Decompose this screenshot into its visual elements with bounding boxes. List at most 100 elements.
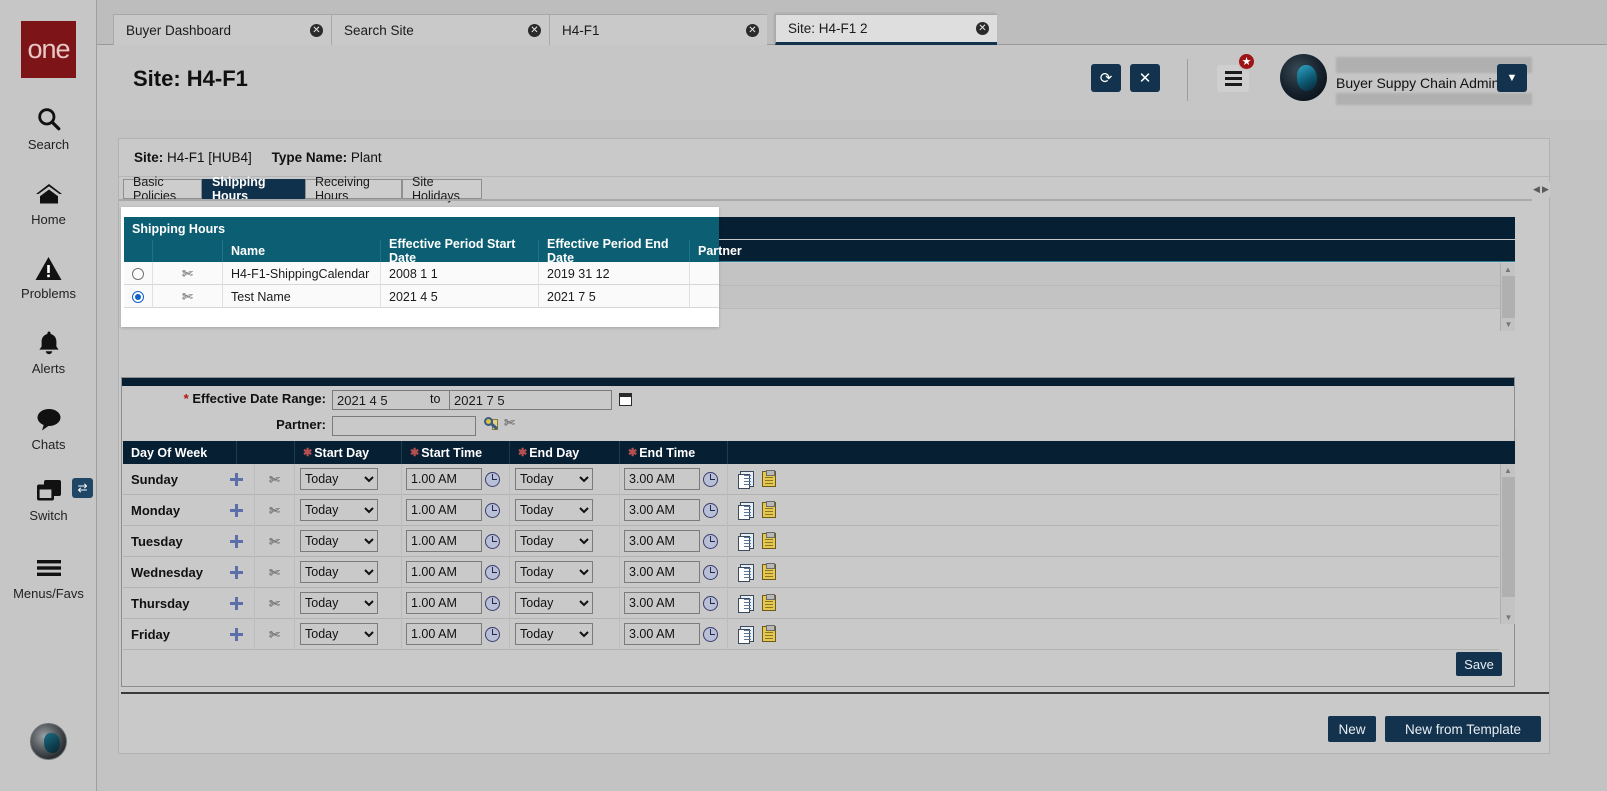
end-time-input[interactable] xyxy=(624,561,700,583)
copy-icon[interactable] xyxy=(740,564,754,580)
row-select-radio[interactable] xyxy=(132,291,144,303)
clock-icon[interactable] xyxy=(703,503,718,518)
add-plus-icon[interactable] xyxy=(230,566,243,579)
new-button[interactable]: New xyxy=(1328,716,1376,742)
start-time-input[interactable] xyxy=(406,561,482,583)
tab-shipping-hours[interactable]: Shipping Hours xyxy=(202,179,305,199)
start-day-select[interactable]: Today xyxy=(300,530,378,552)
sidebar-item-home[interactable]: Home xyxy=(0,177,97,227)
start-time-input[interactable] xyxy=(406,468,482,490)
end-time-input[interactable] xyxy=(624,530,700,552)
browser-tab-search-site[interactable]: Search Site ✕ xyxy=(331,14,549,45)
browser-tab-site-h4-f1-2[interactable]: Site: H4-F1 2 ✕ xyxy=(775,14,997,45)
calendar-icon[interactable] xyxy=(619,393,632,406)
start-time-input[interactable] xyxy=(406,623,482,645)
clock-icon[interactable] xyxy=(703,596,718,611)
scroll-down-icon[interactable]: ▼ xyxy=(1501,318,1516,331)
paste-icon[interactable] xyxy=(762,502,776,518)
copy-icon[interactable] xyxy=(740,595,754,611)
clock-icon[interactable] xyxy=(485,627,500,642)
row-select-radio[interactable] xyxy=(132,268,144,280)
tab-scroll-left-button[interactable]: ◀ xyxy=(1532,182,1541,197)
tab-site-holidays[interactable]: Site Holidays xyxy=(402,179,482,199)
clock-icon[interactable] xyxy=(485,534,500,549)
clock-icon[interactable] xyxy=(703,627,718,642)
close-icon[interactable]: ✕ xyxy=(528,24,541,37)
table-row[interactable]: ✄ H4-F1-ShippingCalendar 2008 1 1 2019 3… xyxy=(124,262,719,285)
close-icon[interactable]: ✕ xyxy=(976,22,989,35)
partner-input[interactable] xyxy=(332,416,476,436)
add-plus-icon[interactable] xyxy=(230,597,243,610)
end-day-select[interactable]: Today xyxy=(515,623,593,645)
refresh-button[interactable]: ⟳ xyxy=(1091,64,1121,92)
save-button[interactable]: Save xyxy=(1456,652,1502,676)
clock-icon[interactable] xyxy=(485,565,500,580)
tab-receiving-hours[interactable]: Receiving Hours xyxy=(305,179,402,199)
paste-icon[interactable] xyxy=(762,564,776,580)
paste-icon[interactable] xyxy=(762,533,776,549)
start-day-select[interactable]: Today xyxy=(300,499,378,521)
start-day-select[interactable]: Today xyxy=(300,468,378,490)
scroll-down-icon[interactable]: ▼ xyxy=(1501,611,1516,624)
clock-icon[interactable] xyxy=(703,472,718,487)
add-plus-icon[interactable] xyxy=(230,535,243,548)
delete-x-icon[interactable]: ✄ xyxy=(269,504,280,517)
delete-x-icon[interactable]: ✄ xyxy=(269,535,280,548)
paste-icon[interactable] xyxy=(762,595,776,611)
copy-icon[interactable] xyxy=(740,471,754,487)
delete-x-icon[interactable]: ✄ xyxy=(269,566,280,579)
end-time-input[interactable] xyxy=(624,623,700,645)
delete-x-icon[interactable]: ✄ xyxy=(182,267,193,280)
sidebar-item-problems[interactable]: Problems xyxy=(0,251,97,301)
copy-icon[interactable] xyxy=(740,502,754,518)
start-time-input[interactable] xyxy=(406,592,482,614)
delete-x-icon[interactable]: ✄ xyxy=(269,628,280,641)
date-to-input[interactable] xyxy=(449,390,612,410)
start-day-select[interactable]: Today xyxy=(300,561,378,583)
start-day-select[interactable]: Today xyxy=(300,623,378,645)
user-menu-button[interactable]: ▼ xyxy=(1497,64,1527,92)
scrollbar-thumb[interactable] xyxy=(1502,477,1515,597)
delete-x-icon[interactable]: ✄ xyxy=(182,290,193,303)
delete-x-icon[interactable]: ✄ xyxy=(269,473,280,486)
star-badge-icon[interactable]: ★ xyxy=(1237,52,1256,71)
end-day-select[interactable]: Today xyxy=(515,499,593,521)
browser-tab-h4-f1[interactable]: H4-F1 ✕ xyxy=(549,14,767,45)
end-time-input[interactable] xyxy=(624,468,700,490)
grid-vertical-scrollbar[interactable]: ▲ ▼ xyxy=(1500,263,1515,331)
scroll-up-icon[interactable]: ▲ xyxy=(1501,464,1515,477)
new-from-template-button[interactable]: New from Template xyxy=(1385,716,1541,742)
sidebar-item-menus-favs[interactable]: Menus/Favs xyxy=(0,551,97,601)
sidebar-user-avatar[interactable] xyxy=(30,723,67,760)
table-row[interactable]: ✄ Test Name 2021 4 5 2021 7 5 xyxy=(124,285,719,308)
browser-tab-buyer-dashboard[interactable]: Buyer Dashboard ✕ xyxy=(113,14,331,45)
avatar[interactable] xyxy=(1280,54,1327,101)
close-button[interactable]: ✕ xyxy=(1130,64,1160,92)
add-plus-icon[interactable] xyxy=(230,473,243,486)
end-day-select[interactable]: Today xyxy=(515,468,593,490)
clock-icon[interactable] xyxy=(485,503,500,518)
sidebar-item-alerts[interactable]: Alerts xyxy=(0,326,97,376)
tab-basic-policies[interactable]: Basic Policies xyxy=(123,179,202,199)
paste-icon[interactable] xyxy=(762,471,776,487)
day-table-vertical-scrollbar[interactable]: ▲ ▼ xyxy=(1500,464,1515,624)
tab-scroll-right-button[interactable]: ▶ xyxy=(1541,182,1550,197)
add-plus-icon[interactable] xyxy=(230,628,243,641)
copy-icon[interactable] xyxy=(740,533,754,549)
partner-clear-delete-x-icon[interactable]: ✄ xyxy=(504,416,515,429)
clock-icon[interactable] xyxy=(703,565,718,580)
end-time-input[interactable] xyxy=(624,499,700,521)
start-time-input[interactable] xyxy=(406,530,482,552)
scrollbar-thumb[interactable] xyxy=(1502,276,1515,318)
end-time-input[interactable] xyxy=(624,592,700,614)
end-day-select[interactable]: Today xyxy=(515,592,593,614)
close-icon[interactable]: ✕ xyxy=(310,24,323,37)
search-lookup-icon[interactable] xyxy=(484,417,499,432)
sidebar-item-search[interactable]: Search xyxy=(0,102,97,152)
delete-x-icon[interactable]: ✄ xyxy=(269,597,280,610)
add-plus-icon[interactable] xyxy=(230,504,243,517)
swap-arrows-icon[interactable]: ⇄ xyxy=(72,478,93,498)
close-icon[interactable]: ✕ xyxy=(746,24,759,37)
app-logo[interactable]: one xyxy=(21,21,76,78)
scroll-up-icon[interactable]: ▲ xyxy=(1501,263,1515,276)
